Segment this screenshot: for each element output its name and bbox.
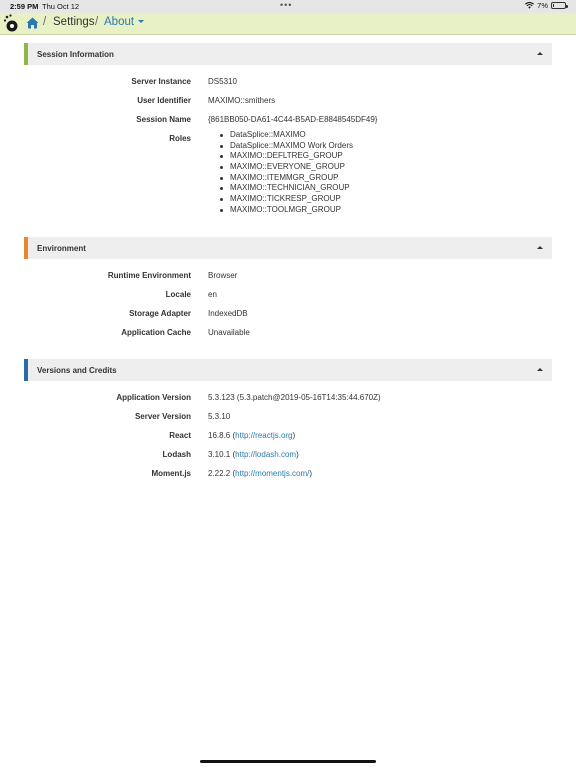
roles-list: DataSplice::MAXIMO DataSplice::MAXIMO Wo… xyxy=(220,130,353,216)
field-value: Unavailable xyxy=(208,328,250,337)
momentjs-link[interactable]: http://momentjs.com/ xyxy=(235,469,309,478)
collapse-caret-icon[interactable] xyxy=(537,246,543,249)
wifi-icon xyxy=(525,2,535,9)
field-label: Lodash xyxy=(162,450,191,459)
multitasking-dots-icon[interactable]: ••• xyxy=(280,0,292,10)
breadcrumb-about-label: About xyxy=(104,16,135,28)
version-text: 3.10.1 xyxy=(208,450,231,459)
battery-icon xyxy=(551,2,568,9)
field-value: 5.3.123 (5.3.patch@2019-05-16T14:35:44.6… xyxy=(208,393,381,402)
list-item: MAXIMO::TICKRESP_GROUP xyxy=(220,194,353,205)
field-value: DS5310 xyxy=(208,77,237,86)
field-label: Session Name xyxy=(136,115,191,124)
status-date: Thu Oct 12 xyxy=(42,2,80,11)
field-value: 5.3.10 xyxy=(208,412,231,421)
list-item: DataSplice::MAXIMO xyxy=(220,130,353,141)
section-accent-bar xyxy=(24,237,28,259)
field-label: Moment.js xyxy=(151,469,191,478)
breadcrumb-settings[interactable]: Settings xyxy=(53,16,95,28)
field-value: en xyxy=(208,290,217,299)
field-label: User Identifier xyxy=(137,96,191,105)
react-link[interactable]: http://reactjs.org xyxy=(235,431,292,440)
list-item: MAXIMO::ITEMMGR_GROUP xyxy=(220,173,353,184)
field-label: Application Version xyxy=(116,393,191,402)
breadcrumb: / Settings / About xyxy=(0,13,576,35)
field-label: React xyxy=(169,431,191,440)
breadcrumb-separator: / xyxy=(43,16,47,28)
status-time: 2:59 PM xyxy=(10,2,39,11)
version-text: 16.8.6 xyxy=(208,431,231,440)
field-value: Browser xyxy=(208,271,238,280)
field-label: Runtime Environment xyxy=(107,271,191,280)
list-item: MAXIMO::DEFLTREG_GROUP xyxy=(220,151,353,162)
lodash-link[interactable]: http://lodash.com xyxy=(235,450,296,459)
list-item: MAXIMO::TECHNICIAN_GROUP xyxy=(220,183,353,194)
section-title: Environment xyxy=(37,244,86,253)
environment-section-header[interactable]: Environment xyxy=(24,237,552,259)
status-right: 7% xyxy=(525,1,568,10)
version-text: 2.22.2 xyxy=(208,469,231,478)
collapse-caret-icon[interactable] xyxy=(537,368,543,371)
battery-percent: 7% xyxy=(537,1,548,10)
section-title: Session Information xyxy=(37,50,114,59)
field-value: IndexedDB xyxy=(208,309,248,318)
field-label: Roles xyxy=(169,134,191,143)
session-section-header[interactable]: Session Information xyxy=(24,43,552,65)
list-item: MAXIMO::EVERYONE_GROUP xyxy=(220,162,353,173)
credit-momentjs: 2.22.2 (http://momentjs.com/) xyxy=(208,469,313,478)
field-value: MAXIMO::smithers xyxy=(208,96,276,105)
caret-down-icon xyxy=(138,20,145,24)
list-item: DataSplice::MAXIMO Work Orders xyxy=(220,141,353,152)
app-logo-icon[interactable] xyxy=(3,14,19,33)
section-title: Versions and Credits xyxy=(37,366,117,375)
field-label: Server Instance xyxy=(131,77,191,86)
field-label: Server Version xyxy=(134,412,191,421)
credit-react: 16.8.6 (http://reactjs.org) xyxy=(208,431,296,440)
home-icon[interactable] xyxy=(26,17,39,29)
home-indicator[interactable] xyxy=(200,760,376,763)
credit-lodash: 3.10.1 (http://lodash.com) xyxy=(208,450,299,459)
section-accent-bar xyxy=(24,359,28,381)
versions-section-header[interactable]: Versions and Credits xyxy=(24,359,552,381)
field-label: Storage Adapter xyxy=(129,309,191,318)
status-bar: 2:59 PM Thu Oct 12 ••• 7% xyxy=(0,0,576,13)
section-accent-bar xyxy=(24,43,28,65)
field-label: Locale xyxy=(165,290,191,299)
list-item: MAXIMO::TOOLMGR_GROUP xyxy=(220,205,353,216)
field-label: Application Cache xyxy=(121,328,191,337)
collapse-caret-icon[interactable] xyxy=(537,52,543,55)
field-value: {861BB050-DA61-4C44-B5AD-E8848545DF49} xyxy=(208,115,378,124)
breadcrumb-about-dropdown[interactable]: About xyxy=(104,16,145,28)
breadcrumb-separator: / xyxy=(95,16,99,28)
